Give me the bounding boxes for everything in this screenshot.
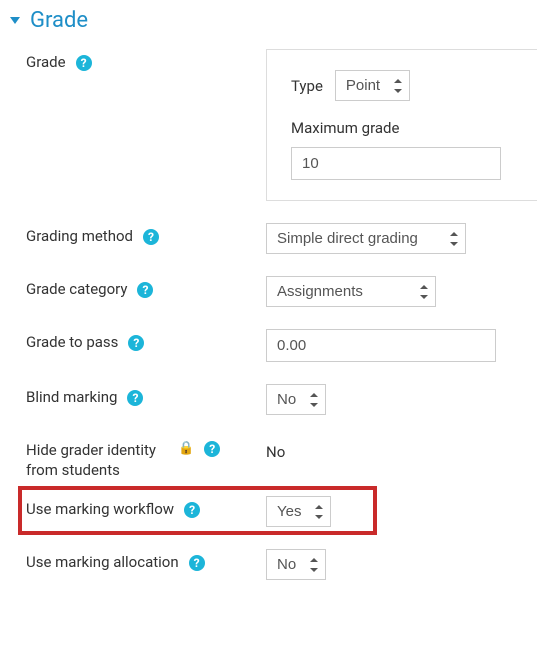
- help-icon[interactable]: ?: [189, 555, 205, 571]
- grade-nested-box: Type Point Maximum grade: [266, 49, 537, 201]
- help-icon[interactable]: ?: [184, 502, 200, 518]
- label-col-marking-allocation: Use marking allocation ?: [26, 547, 266, 573]
- help-icon[interactable]: ?: [204, 441, 220, 457]
- select-grade-category[interactable]: Assignments: [266, 276, 436, 307]
- label-blind-marking: Blind marking: [26, 388, 117, 408]
- label-col-hide-grader: Hide grader identity from students 🔒 ?: [26, 435, 266, 480]
- select-wrap-grade-category: Assignments: [266, 276, 436, 307]
- label-type: Type: [291, 77, 323, 95]
- grade-form-body: Grade ? Type Point Maximum grade: [8, 47, 537, 580]
- help-icon[interactable]: ?: [143, 229, 159, 245]
- input-col-grade: Type Point Maximum grade: [266, 47, 537, 201]
- row-grade-category: Grade category ? Assignments: [26, 274, 537, 307]
- row-marking-workflow: Use marking workflow ? Yes: [26, 494, 537, 527]
- caret-down-icon: [10, 17, 20, 24]
- row-marking-allocation: Use marking allocation ? No: [26, 547, 537, 580]
- input-col-blind-marking: No: [266, 382, 537, 415]
- input-col-grading-method: Simple direct grading: [266, 221, 537, 254]
- help-icon[interactable]: ?: [76, 55, 92, 71]
- label-grading-method: Grading method: [26, 227, 133, 247]
- label-grade-category: Grade category: [26, 280, 127, 300]
- select-wrap-blind-marking: No: [266, 384, 326, 415]
- select-wrap-grading-method: Simple direct grading: [266, 223, 466, 254]
- input-col-marking-workflow: Yes: [266, 494, 537, 527]
- help-icon[interactable]: ?: [128, 335, 144, 351]
- row-hide-grader: Hide grader identity from students 🔒 ? N…: [26, 435, 537, 480]
- row-type: Type Point: [291, 70, 521, 101]
- value-hide-grader: No: [266, 437, 537, 461]
- input-col-hide-grader: No: [266, 435, 537, 461]
- select-grading-method[interactable]: Simple direct grading: [266, 223, 466, 254]
- label-marking-workflow: Use marking workflow: [26, 500, 174, 520]
- row-blind-marking: Blind marking ? No: [26, 382, 537, 415]
- input-max-grade[interactable]: [291, 147, 501, 180]
- section-title: Grade: [30, 8, 88, 33]
- label-col-grade: Grade ?: [26, 47, 266, 73]
- label-col-grade-category: Grade category ?: [26, 274, 266, 300]
- select-wrap-type: Point: [335, 70, 410, 101]
- label-grade: Grade: [26, 53, 66, 73]
- input-col-grade-category: Assignments: [266, 274, 537, 307]
- select-wrap-marking-workflow: Yes: [266, 496, 331, 527]
- label-col-grade-to-pass: Grade to pass ?: [26, 327, 266, 353]
- row-max-grade: Maximum grade: [291, 119, 521, 180]
- row-grade: Grade ? Type Point Maximum grade: [26, 47, 537, 201]
- section-header-grade[interactable]: Grade: [8, 8, 537, 33]
- label-col-blind-marking: Blind marking ?: [26, 382, 266, 408]
- select-blind-marking[interactable]: No: [266, 384, 326, 415]
- label-max-grade: Maximum grade: [291, 119, 521, 137]
- label-hide-grader: Hide grader identity from students: [26, 441, 176, 480]
- select-marking-allocation[interactable]: No: [266, 549, 326, 580]
- select-wrap-marking-allocation: No: [266, 549, 326, 580]
- label-marking-allocation: Use marking allocation: [26, 553, 179, 573]
- select-type[interactable]: Point: [335, 70, 410, 101]
- label-grade-to-pass: Grade to pass: [26, 333, 118, 353]
- select-marking-workflow[interactable]: Yes: [266, 496, 331, 527]
- row-grading-method: Grading method ? Simple direct grading: [26, 221, 537, 254]
- input-col-grade-to-pass: [266, 327, 537, 362]
- label-col-grading-method: Grading method ?: [26, 221, 266, 247]
- input-col-marking-allocation: No: [266, 547, 537, 580]
- help-icon[interactable]: ?: [137, 282, 153, 298]
- row-grade-to-pass: Grade to pass ?: [26, 327, 537, 362]
- lock-icon: 🔒: [178, 441, 194, 456]
- help-icon[interactable]: ?: [127, 390, 143, 406]
- input-grade-to-pass[interactable]: [266, 329, 496, 362]
- label-col-marking-workflow: Use marking workflow ?: [26, 494, 266, 520]
